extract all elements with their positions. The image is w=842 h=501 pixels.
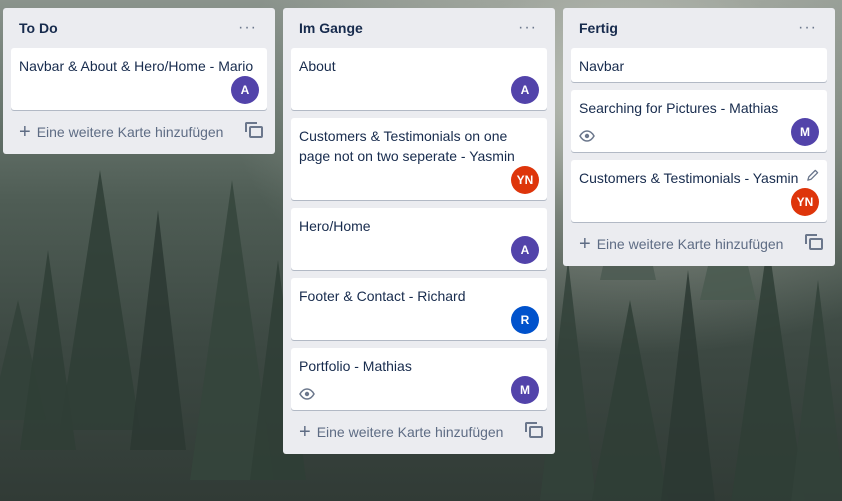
add-card-row: + Eine weitere Karte hinzufügen bbox=[571, 230, 827, 258]
card-template-icon[interactable] bbox=[245, 122, 263, 138]
list-title[interactable]: Fertig bbox=[579, 20, 618, 36]
member-avatar[interactable]: YN bbox=[511, 166, 539, 194]
member-avatar[interactable]: A bbox=[231, 76, 259, 104]
card-title: Navbar bbox=[579, 58, 625, 74]
list-header: Fertig ··· bbox=[571, 8, 827, 48]
card-title: Hero/Home bbox=[299, 218, 371, 234]
eye-icon bbox=[579, 126, 595, 146]
list-title[interactable]: Im Gange bbox=[299, 20, 363, 36]
card-footer: YN bbox=[579, 188, 819, 216]
card[interactable]: Navbar bbox=[571, 48, 827, 82]
card-footer: YN bbox=[299, 166, 539, 194]
eye-icon bbox=[299, 384, 315, 404]
card-footer: A bbox=[19, 76, 259, 104]
add-card-button[interactable]: + Eine weitere Karte hinzufügen bbox=[579, 234, 783, 254]
card[interactable]: Customers & Testimonials on one page not… bbox=[291, 118, 547, 200]
add-card-label: Eine weitere Karte hinzufügen bbox=[596, 236, 784, 252]
member-avatar[interactable]: R bbox=[511, 306, 539, 334]
member-avatar[interactable]: A bbox=[511, 76, 539, 104]
card-title: Customers & Testimonials on one page not… bbox=[299, 128, 515, 164]
add-card-button[interactable]: + Eine weitere Karte hinzufügen bbox=[299, 422, 503, 442]
card-title: Portfolio - Mathias bbox=[299, 358, 412, 374]
card-template-icon[interactable] bbox=[805, 234, 823, 250]
list-header: Im Gange ··· bbox=[291, 8, 547, 48]
list-menu-icon[interactable]: ··· bbox=[512, 19, 543, 37]
card-title: About bbox=[299, 58, 336, 74]
plus-icon: + bbox=[19, 121, 31, 143]
card[interactable]: About A bbox=[291, 48, 547, 110]
add-card-button[interactable]: + Eine weitere Karte hinzufügen bbox=[19, 122, 223, 142]
member-avatar[interactable]: A bbox=[511, 236, 539, 264]
card-title: Footer & Contact - Richard bbox=[299, 288, 466, 304]
member-avatar[interactable]: M bbox=[791, 118, 819, 146]
add-card-row: + Eine weitere Karte hinzufügen bbox=[291, 418, 547, 446]
list-header: To Do ··· bbox=[11, 8, 267, 48]
pencil-icon[interactable] bbox=[806, 168, 819, 188]
card[interactable]: Hero/Home A bbox=[291, 208, 547, 270]
card-footer: M bbox=[579, 118, 819, 146]
list-title[interactable]: To Do bbox=[19, 20, 58, 36]
plus-icon: + bbox=[579, 233, 591, 255]
list-done: Fertig ··· Navbar Searching for Pictures… bbox=[563, 8, 835, 266]
add-card-label: Eine weitere Karte hinzufügen bbox=[36, 124, 224, 140]
member-avatar[interactable]: YN bbox=[791, 188, 819, 216]
card-footer: M bbox=[299, 376, 539, 404]
add-card-label: Eine weitere Karte hinzufügen bbox=[316, 424, 504, 440]
card-title: Customers & Testimonials - Yasmin bbox=[579, 170, 799, 186]
card-footer: A bbox=[299, 236, 539, 264]
card-footer: R bbox=[299, 306, 539, 334]
list-in-progress: Im Gange ··· About A Customers & Testimo… bbox=[283, 8, 555, 454]
card-title: Navbar & About & Hero/Home - Mario bbox=[19, 58, 254, 74]
card-title: Searching for Pictures - Mathias bbox=[579, 100, 779, 116]
list-menu-icon[interactable]: ··· bbox=[232, 19, 263, 37]
card-footer: A bbox=[299, 76, 539, 104]
card[interactable]: Footer & Contact - Richard R bbox=[291, 278, 547, 340]
list-menu-icon[interactable]: ··· bbox=[792, 19, 823, 37]
card[interactable]: Navbar & About & Hero/Home - Mario A bbox=[11, 48, 267, 110]
card[interactable]: Customers & Testimonials - Yasmin YN bbox=[571, 160, 827, 222]
plus-icon: + bbox=[299, 421, 311, 443]
card[interactable]: Searching for Pictures - Mathias M bbox=[571, 90, 827, 152]
card-template-icon[interactable] bbox=[525, 422, 543, 438]
card[interactable]: Portfolio - Mathias M bbox=[291, 348, 547, 410]
add-card-row: + Eine weitere Karte hinzufügen bbox=[11, 118, 267, 146]
member-avatar[interactable]: M bbox=[511, 376, 539, 404]
list-todo: To Do ··· Navbar & About & Hero/Home - M… bbox=[3, 8, 275, 154]
